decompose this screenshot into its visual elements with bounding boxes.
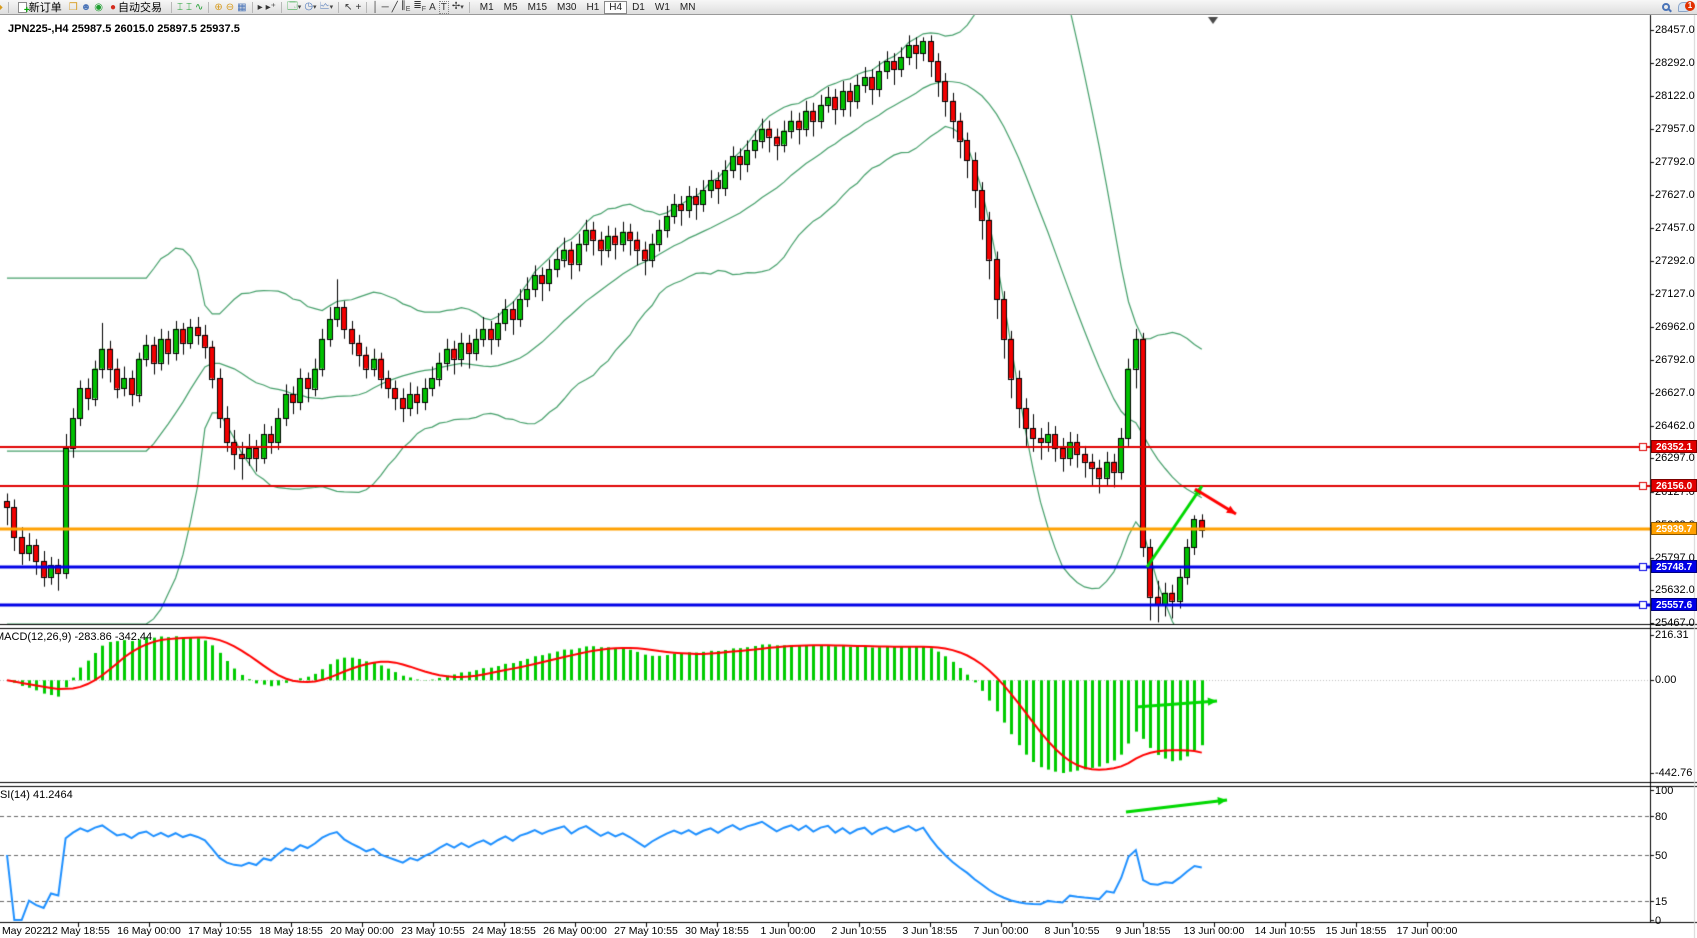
macd-label: MACD(12,26,9) -283.86 -342.44 (0, 631, 152, 643)
chart-shift-button[interactable]: ▸⁺ (266, 2, 276, 13)
horizontal-line-button[interactable]: ─ (382, 2, 389, 13)
price-tick-label: 28457.0 (1655, 24, 1695, 36)
price-tick-label: 28122.0 (1655, 90, 1695, 102)
bar-chart-button[interactable]: ⌶ (177, 2, 183, 13)
price-tick-label: 26962.0 (1655, 321, 1695, 333)
timeframe-button-m30[interactable]: M30 (552, 1, 581, 14)
separator (8, 2, 9, 13)
new-order-label: 新订单 (29, 0, 62, 15)
chart-icon[interactable]: ◆ (0, 2, 3, 13)
price-tick-label: 28292.0 (1655, 57, 1695, 69)
price-level-badge: 25748.7 (1651, 560, 1697, 573)
price-tick-label: 25467.0 (1655, 617, 1695, 629)
fibonacci-button[interactable]: ≣F (413, 0, 426, 15)
price-tick-label: 26627.0 (1655, 387, 1695, 399)
price-tick-label: 27292.0 (1655, 255, 1695, 267)
timeframe-button-w1[interactable]: W1 (650, 1, 675, 14)
rsi-tick-label: 80 (1655, 811, 1667, 823)
separator (208, 2, 209, 13)
toolbar-right: 1 (1662, 2, 1697, 12)
text-button[interactable]: A (429, 2, 436, 13)
macd-tick-label: 0.00 (1655, 674, 1676, 686)
price-tick-label: 27457.0 (1655, 222, 1695, 234)
timeframe-button-m1[interactable]: M1 (475, 1, 499, 14)
price-tick-label: 27127.0 (1655, 288, 1695, 300)
macd-tick-label: 216.31 (1655, 629, 1689, 641)
new-order-icon (18, 2, 27, 13)
timeframe-group: M1M5M15M30H1H4D1W1MN (475, 1, 701, 14)
price-tick-label: 27627.0 (1655, 189, 1695, 201)
market-icon[interactable]: ❒ (69, 2, 78, 13)
price-tick-label: 26297.0 (1655, 452, 1695, 464)
toolbar: ◆ 新订单 ❒ ☻ ◉ ● 自动交易 ⌶ ⌶ ∿ ⊕ ⊖ ▦ ▸ ▸⁺ 🗔▾ ◷… (0, 0, 1697, 15)
macd-tick-label: -442.76 (1655, 767, 1692, 779)
timeframe-button-m5[interactable]: M5 (499, 1, 523, 14)
price-level-badge: 25557.6 (1651, 598, 1697, 611)
rsi-tick-label: 100 (1655, 785, 1673, 797)
timeframe-button-mn[interactable]: MN (675, 1, 701, 14)
mt4-window: ◆ 新订单 ❒ ☻ ◉ ● 自动交易 ⌶ ⌶ ∿ ⊕ ⊖ ▦ ▸ ▸⁺ 🗔▾ ◷… (0, 0, 1697, 938)
timeframe-button-h1[interactable]: H1 (581, 1, 604, 14)
price-level-badge: 25939.7 (1651, 522, 1697, 535)
crosshair-button[interactable]: + (356, 2, 362, 13)
rsi-tick-label: 15 (1655, 896, 1667, 908)
separator (171, 2, 172, 13)
tile-windows-button[interactable]: ▦ (237, 2, 246, 13)
new-order-button[interactable]: 新订单 (14, 1, 66, 14)
price-tick-label: 27957.0 (1655, 123, 1695, 135)
notifications-icon[interactable]: 1 (1678, 2, 1691, 12)
candlestick-chart-button[interactable]: ⌶ (186, 2, 192, 13)
chart-title: JPN225-,H4 25987.5 26015.0 25897.5 25937… (8, 23, 240, 35)
community-icon[interactable]: ☻ (81, 2, 92, 13)
separator (366, 2, 367, 13)
periods-button[interactable]: ◷▾ (304, 1, 316, 13)
price-tick-label: 27792.0 (1655, 156, 1695, 168)
templates-button[interactable]: 🗠▾ (320, 1, 334, 13)
price-tick-label: 26792.0 (1655, 354, 1695, 366)
separator (469, 2, 470, 13)
rsi-tick-label: 50 (1655, 850, 1667, 862)
text-label-button[interactable]: T (439, 1, 449, 14)
price-level-badge: 26352.1 (1651, 440, 1697, 453)
rsi-label: RSI(14) 41.2464 (0, 789, 73, 801)
auto-trading-button[interactable]: ● 自动交易 (106, 1, 166, 14)
auto-trading-label: 自动交易 (118, 0, 162, 15)
equidistant-channel-button[interactable]: ∥E (401, 0, 411, 15)
rsi-tick-label: 0 (1655, 915, 1661, 927)
cursor-button[interactable]: ↖ (344, 2, 352, 13)
trendline-button[interactable]: ╱ (392, 2, 398, 13)
timeframe-button-m15[interactable]: M15 (523, 1, 552, 14)
notification-badge: 1 (1685, 1, 1695, 11)
price-tick-label: 25632.0 (1655, 584, 1695, 596)
signals-icon[interactable]: ◉ (94, 2, 103, 13)
search-icon[interactable] (1662, 3, 1670, 11)
auto-scroll-button[interactable]: ▸ (258, 2, 263, 13)
timeframe-button-h4[interactable]: H4 (604, 1, 627, 14)
new-chart-button[interactable]: 🗔▾ (287, 1, 301, 13)
zoom-in-button[interactable]: ⊕ (214, 2, 222, 13)
price-level-badge: 26156.0 (1651, 479, 1697, 492)
separator (338, 2, 339, 13)
chart-canvas[interactable] (0, 0, 1697, 938)
zoom-out-button[interactable]: ⊖ (226, 2, 234, 13)
separator (281, 2, 282, 13)
separator (252, 2, 253, 13)
auto-trading-icon: ● (110, 2, 116, 13)
line-chart-button[interactable]: ∿ (195, 2, 203, 13)
time-tick-label: 17 Jun 00:00 (1382, 925, 1472, 937)
vertical-line-button[interactable]: │ (372, 2, 378, 13)
timeframe-button-d1[interactable]: D1 (627, 1, 650, 14)
arrows-tool-button[interactable]: ✢▾ (452, 1, 464, 13)
price-tick-label: 26462.0 (1655, 420, 1695, 432)
